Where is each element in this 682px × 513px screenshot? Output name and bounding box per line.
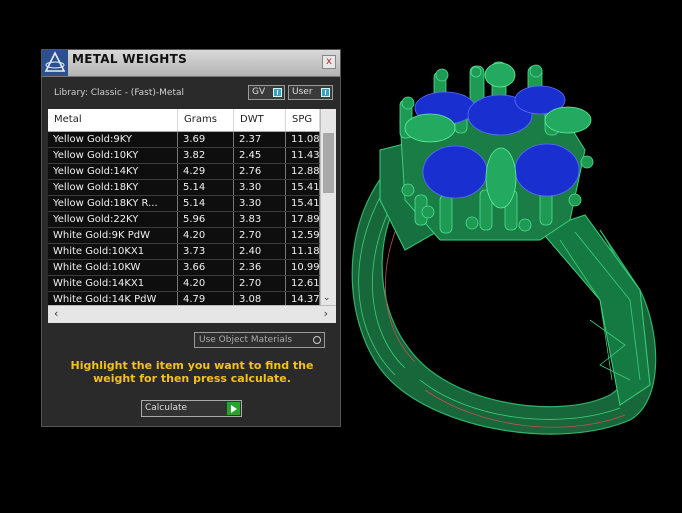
spg-cell: 17.89 (286, 212, 320, 227)
dwt-cell: 3.83 (234, 212, 286, 227)
close-button[interactable]: x (322, 55, 336, 69)
ring-model (351, 61, 657, 435)
dwt-cell: 3.30 (234, 196, 286, 211)
grams-cell: 5.14 (178, 196, 234, 211)
grams-cell: 4.20 (178, 228, 234, 243)
table-row[interactable]: White Gold:10KX1 3.73 2.40 11.18 (48, 244, 320, 260)
chevron-down-icon[interactable]: ⌄ (323, 293, 331, 303)
panel-titlebar[interactable]: METAL WEIGHTS x (42, 50, 340, 77)
dwt-cell: 2.76 (234, 164, 286, 179)
grams-cell: 3.73 (178, 244, 234, 259)
column-header-dwt[interactable]: DWT (234, 109, 286, 131)
library-label: Library: Classic - (Fast)-Metal (54, 88, 185, 98)
table-row[interactable]: White Gold:14KX1 4.20 2.70 12.61 (48, 276, 320, 292)
panel-title: METAL WEIGHTS (72, 52, 188, 66)
metal-cell: Yellow Gold:10KY (48, 148, 178, 163)
grams-cell: 3.66 (178, 260, 234, 275)
user-toggle-label: User (292, 87, 313, 97)
table-row[interactable]: White Gold:10KW 3.66 2.36 10.99 (48, 260, 320, 276)
user-toggle-button[interactable]: User (288, 85, 333, 100)
horizontal-scrollbar[interactable]: ‹ › (48, 305, 336, 323)
table-row[interactable]: Yellow Gold:22KY 5.96 3.83 17.89 (48, 212, 320, 228)
spg-cell: 12.88 (286, 164, 320, 179)
metal-cell: Yellow Gold:9KY (48, 132, 178, 147)
table-row[interactable]: Yellow Gold:18KY 5.14 3.30 15.41 (48, 180, 320, 196)
chevron-right-icon[interactable]: › (324, 307, 328, 320)
dwt-cell: 2.45 (234, 148, 286, 163)
gv-toggle-label: GV (252, 87, 266, 97)
table-row[interactable]: White Gold:9K PdW 4.20 2.70 12.59 (48, 228, 320, 244)
grams-cell: 4.20 (178, 276, 234, 291)
metal-cell: Yellow Gold:22KY (48, 212, 178, 227)
table-header: Metal Grams DWT SPG (48, 109, 320, 132)
column-header-metal[interactable]: Metal (48, 109, 178, 131)
table-row[interactable]: Yellow Gold:9KY 3.69 2.37 11.08 (48, 132, 320, 148)
use-object-materials-toggle[interactable]: Use Object Materials (194, 332, 325, 348)
grams-cell: 5.96 (178, 212, 234, 227)
dwt-cell: 2.40 (234, 244, 286, 259)
table-row[interactable]: Yellow Gold:14KY 4.29 2.76 12.88 (48, 164, 320, 180)
radio-icon (313, 336, 321, 344)
chevron-left-icon[interactable]: ‹ (54, 307, 58, 320)
metal-cell: Yellow Gold:18KY (48, 180, 178, 195)
column-header-spg[interactable]: SPG (286, 109, 320, 131)
use-object-materials-label: Use Object Materials (199, 335, 293, 345)
checkbox-icon (321, 88, 330, 97)
grams-cell: 4.29 (178, 164, 234, 179)
grams-cell: 3.69 (178, 132, 234, 147)
metal-cell: White Gold:9K PdW (48, 228, 178, 243)
metal-cell: Yellow Gold:14KY (48, 164, 178, 179)
dwt-cell: 2.37 (234, 132, 286, 147)
table-row[interactable]: Yellow Gold:10KY 3.82 2.45 11.43 (48, 148, 320, 164)
spg-cell: 15.41 (286, 196, 320, 211)
scrollbar-thumb[interactable] (323, 133, 334, 193)
calculate-button[interactable]: Calculate (141, 400, 242, 417)
gv-toggle-button[interactable]: GV (248, 85, 285, 100)
dwt-cell: 2.70 (234, 276, 286, 291)
vertical-scrollbar[interactable]: ⌄ (320, 109, 336, 305)
metal-cell: White Gold:14KX1 (48, 276, 178, 291)
column-header-grams[interactable]: Grams (178, 109, 234, 131)
play-icon (227, 402, 240, 415)
table-row[interactable]: Yellow Gold:18KY R... 5.14 3.30 15.41 (48, 196, 320, 212)
dwt-cell: 2.70 (234, 228, 286, 243)
metal-weights-panel: METAL WEIGHTS x Library: Classic - (Fast… (41, 49, 341, 427)
table-body: Yellow Gold:9KY 3.69 2.37 11.08 Yellow G… (48, 132, 320, 308)
checkbox-icon (273, 88, 282, 97)
metal-cell: Yellow Gold:18KY R... (48, 196, 178, 211)
metal-cell: White Gold:10KX1 (48, 244, 178, 259)
metal-weights-table: Metal Grams DWT SPG Yellow Gold:9KY 3.69… (48, 109, 336, 323)
dwt-cell: 3.30 (234, 180, 286, 195)
spg-cell: 15.41 (286, 180, 320, 195)
app-logo-icon (42, 50, 68, 76)
instructions-text: Highlight the item you want to find the … (70, 359, 314, 385)
grams-cell: 3.82 (178, 148, 234, 163)
spg-cell: 11.18 (286, 244, 320, 259)
calculate-label: Calculate (145, 403, 188, 413)
spg-cell: 12.61 (286, 276, 320, 291)
spg-cell: 11.43 (286, 148, 320, 163)
spg-cell: 12.59 (286, 228, 320, 243)
metal-cell: White Gold:10KW (48, 260, 178, 275)
spg-cell: 11.08 (286, 132, 320, 147)
dwt-cell: 2.36 (234, 260, 286, 275)
spg-cell: 10.99 (286, 260, 320, 275)
grams-cell: 5.14 (178, 180, 234, 195)
